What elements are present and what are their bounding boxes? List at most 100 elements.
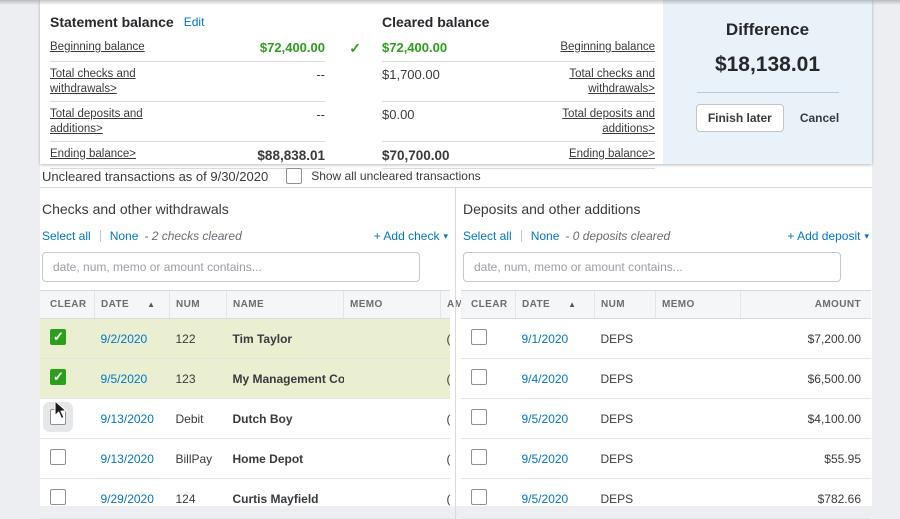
- deposit-row[interactable]: 9/5/2020 DEPS $55.95: [461, 439, 871, 479]
- clear-checkbox[interactable]: [50, 369, 66, 385]
- clear-checkbox[interactable]: [50, 449, 66, 465]
- clear-checkbox[interactable]: [471, 369, 487, 385]
- deposits-select-all-link[interactable]: Select all: [463, 229, 512, 243]
- column-header-clear: CLEAR: [40, 291, 95, 319]
- check-row[interactable]: 9/13/2020 Debit Dutch Boy ($75.00): [40, 399, 450, 439]
- balance-row-value: $88,838.01: [257, 147, 325, 165]
- uncleared-heading: Uncleared transactions as of 9/30/2020: [42, 169, 268, 184]
- transaction-num: DEPS: [595, 439, 656, 479]
- finish-later-button[interactable]: Finish later: [696, 104, 784, 132]
- transaction-name: Dutch Boy: [227, 399, 344, 439]
- show-all-uncleared-checkbox[interactable]: [286, 168, 302, 184]
- transaction-date-link[interactable]: 9/13/2020: [101, 412, 154, 426]
- checks-none-link[interactable]: None: [110, 229, 139, 243]
- transaction-date-link[interactable]: 9/4/2020: [522, 372, 569, 386]
- clear-checkbox[interactable]: [50, 489, 66, 505]
- column-header-num: NUM: [595, 291, 656, 319]
- clear-checkbox[interactable]: [471, 329, 487, 345]
- transaction-date-link[interactable]: 9/13/2020: [101, 452, 154, 466]
- difference-amount: $18,138.01: [715, 53, 820, 77]
- clear-checkbox[interactable]: [471, 489, 487, 505]
- clear-checkbox[interactable]: [471, 449, 487, 465]
- divider: [100, 230, 101, 242]
- transaction-memo: [656, 399, 741, 439]
- transaction-memo: [344, 439, 441, 479]
- balance-row-value: $72,400.00: [382, 40, 447, 57]
- transaction-num: Debit: [170, 399, 227, 439]
- transaction-date-link[interactable]: 9/5/2020: [101, 372, 148, 386]
- check-row[interactable]: 9/5/2020 123 My Management Company ($550…: [40, 359, 450, 399]
- reconcile-page: Statement balance Edit Beginning balance…: [40, 0, 872, 506]
- column-header-date[interactable]: DATE▲: [516, 291, 595, 319]
- check-row[interactable]: 9/13/2020 BillPay Home Depot ($553.21): [40, 439, 450, 479]
- deposits-controls: Select all None - 0 deposits cleared + A…: [461, 229, 871, 243]
- deposits-table-header: CLEAR DATE▲ NUM MEMO AMOUNT: [461, 291, 871, 319]
- card-spacer: [325, 0, 382, 164]
- deposit-row[interactable]: 9/4/2020 DEPS $6,500.00: [461, 359, 871, 399]
- checks-select-all-link[interactable]: Select all: [42, 229, 91, 243]
- balance-row: Total deposits and additions>--: [50, 102, 325, 142]
- balance-row-label[interactable]: Ending balance>: [569, 147, 655, 162]
- cleared-balance-title-row: Cleared balance: [382, 9, 655, 35]
- check-row[interactable]: 9/2/2020 122 Tim Taylor ($1,150.00): [40, 319, 450, 359]
- transaction-name: My Management Company: [227, 359, 344, 399]
- checks-cleared-note: - 2 checks cleared: [144, 229, 241, 243]
- deposit-row[interactable]: 9/1/2020 DEPS $7,200.00: [461, 319, 871, 359]
- column-header-amount: AMOUNT: [441, 291, 451, 319]
- transaction-date-link[interactable]: 9/2/2020: [101, 332, 148, 346]
- cancel-button[interactable]: Cancel: [800, 111, 839, 125]
- cleared-check-icon: ✓: [349, 40, 361, 57]
- divider: [521, 230, 522, 242]
- column-header-amount: AMOUNT: [741, 291, 872, 319]
- transaction-num: DEPS: [595, 479, 656, 519]
- edit-statement-link[interactable]: Edit: [184, 15, 205, 29]
- balance-row-label[interactable]: Total deposits and additions>: [547, 107, 655, 137]
- balance-row-value: $72,400.00: [260, 40, 325, 57]
- transaction-amount: ($553.21): [441, 439, 451, 479]
- balance-row-label[interactable]: Total deposits and additions>: [50, 107, 158, 137]
- balance-row: Beginning balance$72,400.00✓: [50, 35, 325, 62]
- clear-checkbox[interactable]: [50, 329, 66, 345]
- deposits-none-link[interactable]: None: [531, 229, 560, 243]
- balance-row: Total checks and withdrawals>--: [50, 62, 325, 102]
- balance-row: Ending balance> $88,838.01: [50, 142, 325, 170]
- difference-panel: Difference $18,138.01 Finish later Cance…: [663, 0, 872, 164]
- clear-checkbox[interactable]: [50, 409, 66, 425]
- column-header-clear: CLEAR: [461, 291, 516, 319]
- transaction-num: DEPS: [595, 319, 656, 359]
- clear-checkbox[interactable]: [471, 409, 487, 425]
- transaction-name: Home Depot: [227, 439, 344, 479]
- transaction-date-link[interactable]: 9/5/2020: [522, 492, 569, 506]
- checks-panel: Checks and other withdrawals Select all …: [40, 188, 450, 519]
- add-deposit-button[interactable]: + Add deposit ▾: [787, 229, 869, 243]
- check-row[interactable]: 9/29/2020 124 Curtis Mayfield ($255.84): [40, 479, 450, 519]
- deposit-row[interactable]: 9/5/2020 DEPS $782.66: [461, 479, 871, 519]
- checks-search-input[interactable]: [42, 252, 420, 282]
- balance-row-label[interactable]: Total checks and withdrawals>: [547, 67, 655, 97]
- deposits-panel-title: Deposits and other additions: [463, 201, 871, 219]
- panel-divider: [455, 188, 456, 519]
- transaction-name: Curtis Mayfield: [227, 479, 344, 519]
- column-header-date[interactable]: DATE▲: [95, 291, 170, 319]
- difference-divider: [697, 92, 839, 93]
- balance-row-label[interactable]: Beginning balance: [50, 40, 145, 55]
- add-check-button[interactable]: + Add check ▾: [374, 229, 448, 243]
- deposit-row[interactable]: 9/5/2020 DEPS $4,100.00: [461, 399, 871, 439]
- balance-row-label[interactable]: Total checks and withdrawals>: [50, 67, 158, 97]
- transaction-memo: [344, 359, 441, 399]
- transaction-date-link[interactable]: 9/5/2020: [522, 412, 569, 426]
- deposits-table: CLEAR DATE▲ NUM MEMO AMOUNT 9/1/2020 DEP…: [461, 290, 871, 519]
- transaction-date-link[interactable]: 9/29/2020: [101, 492, 154, 506]
- balance-row-label[interactable]: Ending balance>: [50, 147, 136, 162]
- balance-row: $0.00Total deposits and additions>: [382, 102, 655, 142]
- balance-row: $72,400.00 Beginning balance: [382, 35, 655, 62]
- transaction-date-link[interactable]: 9/5/2020: [522, 452, 569, 466]
- transaction-amount: $55.95: [741, 439, 872, 479]
- deposits-search-input[interactable]: [463, 252, 841, 282]
- transaction-amount: $4,100.00: [741, 399, 872, 439]
- statement-balance-rows: Beginning balance$72,400.00✓Total checks…: [50, 35, 325, 169]
- transaction-num: 123: [170, 359, 227, 399]
- balance-row-label[interactable]: Beginning balance: [560, 40, 655, 55]
- transaction-date-link[interactable]: 9/1/2020: [522, 332, 569, 346]
- transaction-num: DEPS: [595, 359, 656, 399]
